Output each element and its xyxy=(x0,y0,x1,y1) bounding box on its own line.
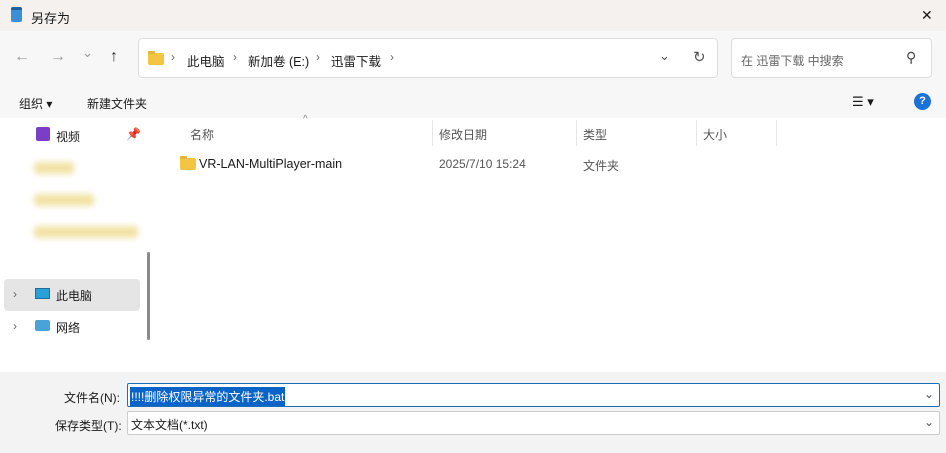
chevron-right-icon: › xyxy=(316,50,320,64)
toolbar: 组织 ▾ 新建文件夹 ☰ ▾ ? xyxy=(0,85,946,118)
blurred-item xyxy=(34,194,94,206)
chevron-right-icon[interactable]: › xyxy=(13,287,17,301)
breadcrumb-item[interactable]: 此电脑 xyxy=(187,51,225,70)
navigation-pane: 视频 📌 › 此电脑 › 网络 xyxy=(0,118,156,372)
column-divider[interactable] xyxy=(776,120,777,146)
file-type: 文件夹 xyxy=(583,159,620,173)
filename-label: 文件名(N): xyxy=(64,391,120,405)
sort-ascending-icon: ^ xyxy=(303,114,308,125)
network-icon xyxy=(35,320,50,331)
forward-button[interactable]: → xyxy=(50,48,66,66)
video-icon xyxy=(36,127,50,141)
blurred-item xyxy=(34,162,74,174)
recent-locations-button[interactable]: ⌄ xyxy=(82,45,93,61)
file-name: VR-LAN-MultiPlayer-main xyxy=(199,157,343,171)
search-icon[interactable]: ⚲ xyxy=(906,49,916,66)
pin-icon[interactable]: 📌 xyxy=(126,127,141,141)
chevron-down-icon[interactable]: ⌄ xyxy=(924,387,934,401)
help-button[interactable]: ? xyxy=(914,93,931,110)
chevron-right-icon[interactable]: › xyxy=(13,319,17,333)
back-button[interactable]: ← xyxy=(14,48,30,66)
column-divider[interactable] xyxy=(432,120,433,146)
address-bar[interactable]: › 此电脑 › 新加卷 (E:) › 迅雷下载 › ⌄ ↻ xyxy=(138,38,718,78)
breadcrumb-item[interactable]: 迅雷下载 xyxy=(331,51,381,70)
search-input[interactable]: 在 迅雷下载 中搜索 xyxy=(741,52,844,69)
column-header-type[interactable]: 类型 xyxy=(583,126,607,143)
refresh-button[interactable]: ↻ xyxy=(693,48,706,66)
sidebar-item-this-pc[interactable]: › 此电脑 xyxy=(4,279,140,311)
title-bar: 另存为 ✕ xyxy=(0,0,946,31)
up-button[interactable]: ↑ xyxy=(110,48,118,66)
breadcrumb-item[interactable]: 新加卷 (E:) xyxy=(248,51,309,70)
filetype-value: 文本文档(*.txt) xyxy=(131,418,208,432)
file-modified: 2025/7/10 15:24 xyxy=(439,157,526,171)
column-header-size[interactable]: 大小 xyxy=(703,126,727,143)
chevron-right-icon: › xyxy=(171,50,175,64)
column-divider[interactable] xyxy=(576,120,577,146)
folder-icon xyxy=(180,156,196,170)
chevron-right-icon: › xyxy=(233,50,237,64)
sidebar-scrollbar[interactable] xyxy=(147,252,150,340)
sidebar-item-videos[interactable]: 视频 xyxy=(56,128,80,145)
folder-icon xyxy=(148,51,164,65)
filename-input[interactable]: !!!!删除权限异常的文件夹.bat ⌄ xyxy=(127,383,940,407)
new-folder-button[interactable]: 新建文件夹 xyxy=(87,95,147,112)
window-title: 另存为 xyxy=(31,11,71,26)
address-dropdown-button[interactable]: ⌄ xyxy=(659,48,670,64)
navigation-bar: ← → ⌄ ↑ › 此电脑 › 新加卷 (E:) › 迅雷下载 › ⌄ ↻ 在 … xyxy=(0,31,946,85)
sidebar-label: 网络 xyxy=(56,321,81,335)
column-header-name[interactable]: 名称 xyxy=(190,126,214,143)
sidebar-label: 此电脑 xyxy=(56,289,93,303)
organize-button[interactable]: 组织 ▾ xyxy=(19,95,52,112)
filetype-select[interactable]: 文本文档(*.txt) ⌄ xyxy=(127,411,940,435)
column-divider[interactable] xyxy=(696,120,697,146)
table-row[interactable]: VR-LAN-MultiPlayer-main 2025/7/10 15:24 … xyxy=(172,152,772,176)
sidebar-item-network[interactable]: › 网络 xyxy=(4,311,140,343)
search-box[interactable]: 在 迅雷下载 中搜索 ⚲ xyxy=(731,38,932,78)
chevron-right-icon: › xyxy=(390,50,394,64)
filetype-label: 保存类型(T): xyxy=(55,419,122,433)
computer-icon xyxy=(35,288,50,299)
filename-value: !!!!删除权限异常的文件夹.bat xyxy=(130,387,286,406)
notepad-icon xyxy=(11,7,22,22)
save-options-panel: 文件名(N): !!!!删除权限异常的文件夹.bat ⌄ 保存类型(T): 文本… xyxy=(0,372,946,453)
column-header-modified[interactable]: 修改日期 xyxy=(439,126,487,143)
chevron-down-icon[interactable]: ⌄ xyxy=(924,415,934,429)
view-options-button[interactable]: ☰ ▾ xyxy=(852,94,874,110)
blurred-item xyxy=(34,226,138,238)
close-button[interactable]: ✕ xyxy=(921,7,933,24)
